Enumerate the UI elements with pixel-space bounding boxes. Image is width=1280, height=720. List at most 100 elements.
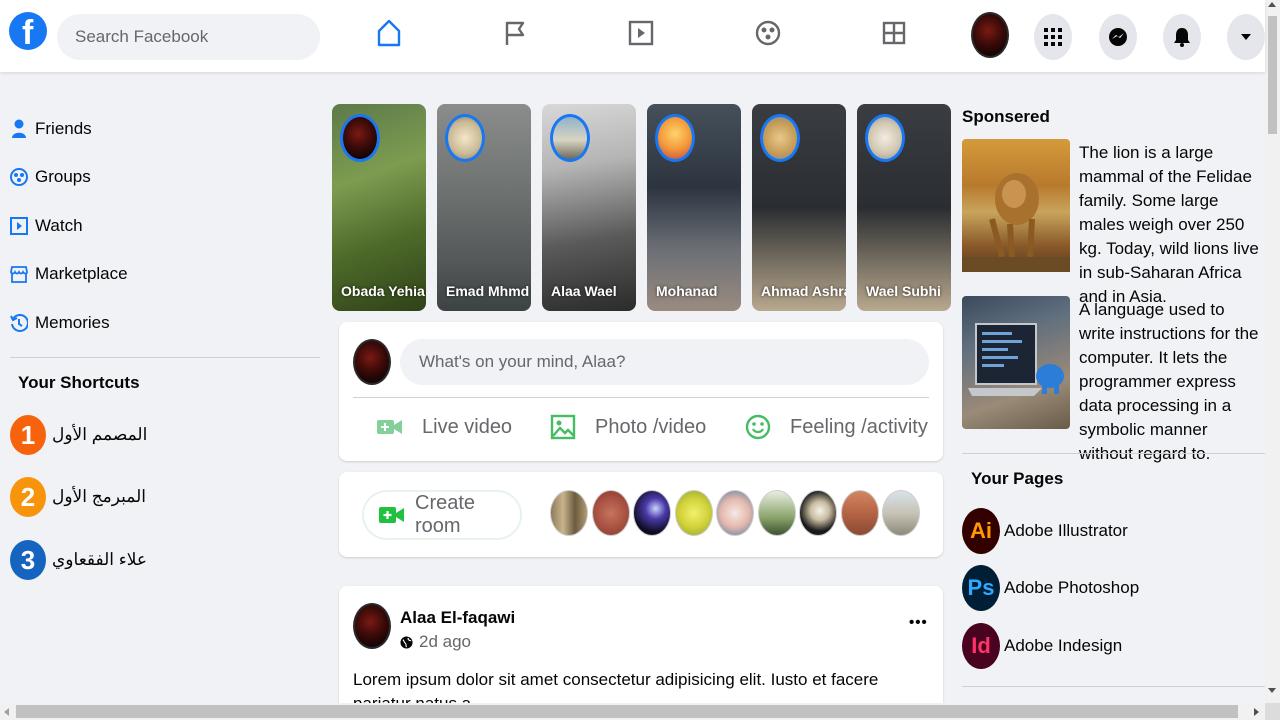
messenger-icon[interactable]: [1099, 14, 1137, 60]
vertical-scrollbar[interactable]: [1265, 0, 1280, 706]
shortcut-number-badge: 3: [10, 540, 46, 580]
feeling-activity-label: Feeling /activity: [790, 415, 928, 438]
video-plus-icon: [379, 505, 405, 525]
story-avatar: [445, 114, 485, 162]
your-pages-title: Your Pages: [971, 469, 1064, 488]
post-time-label: 2d ago: [419, 632, 471, 651]
rooms-card: Create room: [339, 472, 943, 557]
sidebar-item-groups[interactable]: Groups: [10, 162, 91, 192]
story-avatar: [655, 114, 695, 162]
room-avatar[interactable]: [592, 490, 630, 536]
scroll-down-arrow-icon[interactable]: [1268, 688, 1276, 693]
profile-avatar[interactable]: [971, 12, 1009, 58]
menu-grid-icon[interactable]: [1034, 14, 1072, 60]
story-card[interactable]: Ahmad Ashraf: [752, 104, 846, 311]
gaming-grid-icon[interactable]: [880, 18, 908, 48]
facebook-logo[interactable]: f: [9, 12, 47, 52]
story-avatar: [865, 114, 905, 162]
room-avatar[interactable]: [841, 490, 879, 536]
photo-video-button[interactable]: Photo /video: [549, 409, 706, 445]
notifications-bell-icon[interactable]: [1163, 14, 1201, 60]
shortcut-number-badge: 1: [10, 415, 46, 455]
vertical-scroll-thumb[interactable]: [1268, 16, 1277, 134]
photo-video-label: Photo /video: [595, 415, 707, 438]
programming-ad-text[interactable]: A language used to write instructions fo…: [1079, 298, 1264, 466]
create-room-button[interactable]: Create room: [362, 490, 522, 540]
whats-on-your-mind-input[interactable]: [400, 339, 929, 385]
story-avatar: [550, 114, 590, 162]
post-timestamp[interactable]: 2d ago: [400, 632, 471, 652]
room-avatar[interactable]: [675, 490, 713, 536]
sidebar-item-friends[interactable]: Friends: [10, 114, 92, 144]
composer-avatar: [353, 339, 391, 385]
shortcut-item[interactable]: 1 المصمم الأول: [10, 415, 147, 455]
search-input[interactable]: [57, 14, 320, 60]
story-card[interactable]: Mohanad: [647, 104, 741, 311]
post-author-avatar[interactable]: [353, 603, 391, 649]
lion-ad-text[interactable]: The lion is a large mammal of the Felida…: [1079, 141, 1264, 309]
groups-nav-icon[interactable]: [754, 18, 782, 48]
story-name: Wael Subhi: [866, 283, 941, 299]
story-card[interactable]: Obada Yehia: [332, 104, 426, 311]
scrollbar-corner: [1265, 703, 1280, 720]
live-video-label: Live video: [422, 415, 513, 438]
shortcut-label: علاء الفقعاوي: [52, 550, 148, 569]
room-avatar[interactable]: [633, 490, 671, 536]
watch-video-icon[interactable]: [627, 18, 655, 48]
room-avatar[interactable]: [550, 490, 588, 536]
feeling-icon: [744, 413, 772, 441]
feeling-activity-button[interactable]: Feeling /activity: [744, 409, 928, 445]
page-adobe-indesign[interactable]: Id Adobe Indesign: [962, 623, 1122, 669]
logo-letter: f: [22, 14, 34, 52]
sidebar-item-label: Groups: [35, 167, 91, 186]
lion-ad-image[interactable]: [962, 139, 1070, 272]
sidebar-item-memories[interactable]: Memories: [10, 308, 110, 338]
sidebar-item-label: Marketplace: [35, 264, 128, 283]
laptop-ad-image[interactable]: [962, 296, 1070, 429]
photoshop-logo-icon: Ps: [962, 565, 1000, 611]
horizontal-scroll-thumb[interactable]: [16, 705, 1238, 718]
post-author-name[interactable]: Alaa El-faqawi: [400, 608, 515, 628]
globe-icon: [400, 635, 413, 649]
top-navigation-bar: f: [0, 0, 1265, 72]
sidebar-item-watch[interactable]: Watch: [10, 211, 83, 241]
live-video-icon: [376, 413, 404, 441]
sidebar-item-label: Friends: [35, 119, 92, 138]
scroll-right-arrow-icon[interactable]: [1254, 708, 1259, 716]
create-room-label: Create room: [415, 492, 476, 537]
watch-icon: [10, 216, 28, 236]
post-composer-card: Live video Photo /video Feeling /activit…: [339, 322, 943, 461]
marketplace-icon: [10, 264, 28, 284]
post-more-options-icon[interactable]: •••: [909, 614, 928, 631]
story-name: Alaa Wael: [551, 283, 617, 299]
story-name: Obada Yehia: [341, 283, 425, 299]
groups-icon: [10, 167, 28, 187]
room-avatar[interactable]: [716, 490, 754, 536]
shortcut-item[interactable]: 2 المبرمج الأول: [10, 477, 146, 517]
story-avatar: [760, 114, 800, 162]
page-adobe-photoshop[interactable]: Ps Adobe Photoshop: [962, 565, 1139, 611]
scroll-left-arrow-icon[interactable]: [4, 708, 9, 716]
post-card: Alaa El-faqawi 2d ago ••• Lorem ipsum do…: [339, 586, 943, 720]
room-avatar[interactable]: [799, 490, 837, 536]
account-dropdown-icon[interactable]: [1227, 14, 1265, 60]
room-avatar[interactable]: [758, 490, 796, 536]
photo-icon: [549, 413, 577, 441]
story-card[interactable]: Wael Subhi: [857, 104, 951, 311]
sidebar-item-label: Watch: [35, 216, 83, 235]
lion-illustration: [962, 173, 1070, 272]
room-avatar[interactable]: [882, 490, 920, 536]
scroll-up-arrow-icon[interactable]: [1268, 2, 1276, 7]
horizontal-scrollbar[interactable]: [0, 703, 1265, 720]
shortcut-item[interactable]: 3 علاء الفقعاوي: [10, 540, 147, 580]
story-card[interactable]: Alaa Wael: [542, 104, 636, 311]
pages-flag-icon[interactable]: [501, 18, 529, 48]
home-icon[interactable]: [375, 18, 403, 48]
page-adobe-illustrator[interactable]: Ai Adobe Illustrator: [962, 508, 1128, 554]
composer-divider: [353, 397, 929, 398]
story-card[interactable]: Emad Mhmd: [437, 104, 531, 311]
sidebar-item-label: Memories: [35, 313, 110, 332]
story-name: Emad Mhmd: [446, 283, 530, 299]
sidebar-item-marketplace[interactable]: Marketplace: [10, 259, 128, 289]
live-video-button[interactable]: Live video: [376, 409, 512, 445]
